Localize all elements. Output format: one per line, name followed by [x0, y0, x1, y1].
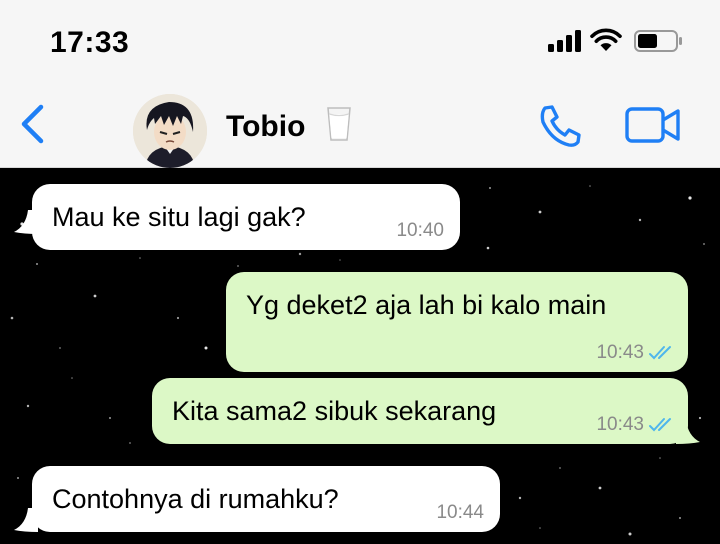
- chat-header: Tobio: [0, 80, 720, 168]
- milk-glass-icon: [327, 107, 351, 141]
- message-meta: 10:43: [596, 342, 678, 364]
- avatar-image: [133, 94, 207, 168]
- wifi-icon: [590, 28, 622, 51]
- double-check-icon: [649, 346, 671, 360]
- message-text: Contohnya di rumahku?: [52, 484, 339, 514]
- message-bubble-outgoing[interactable]: Yg deket2 aja lah bi kalo main 10:43: [226, 272, 688, 372]
- signal-icon: [548, 30, 581, 52]
- message-bubble-outgoing[interactable]: Kita sama2 sibuk sekarang 10:43: [152, 378, 688, 444]
- bubble-tail: [676, 420, 700, 444]
- message-time: 10:44: [436, 502, 484, 523]
- message-text: Mau ke situ lagi gak?: [52, 202, 306, 232]
- message-time: 10:40: [396, 220, 444, 241]
- message-time: 10:43: [596, 414, 644, 435]
- message-meta: 10:44: [436, 502, 484, 524]
- message-meta: 10:40: [396, 220, 444, 242]
- message-meta: 10:43: [596, 414, 678, 436]
- phone-icon[interactable]: [537, 104, 583, 148]
- chat-messages[interactable]: Mau ke situ lagi gak? 10:40 Yg deket2 aj…: [0, 168, 720, 544]
- contact-name[interactable]: Tobio: [226, 110, 305, 144]
- message-bubble-incoming[interactable]: Mau ke situ lagi gak? 10:40: [32, 184, 460, 250]
- message-time: 10:43: [596, 342, 644, 363]
- video-camera-icon[interactable]: [625, 106, 681, 144]
- status-time: 17:33: [50, 26, 130, 59]
- battery-icon: [634, 30, 682, 52]
- avatar[interactable]: [133, 94, 207, 168]
- message-text: Kita sama2 sibuk sekarang: [172, 396, 497, 426]
- double-check-icon: [649, 418, 671, 432]
- chevron-left-icon[interactable]: [14, 102, 50, 146]
- message-text: Yg deket2 aja lah bi kalo main: [246, 290, 607, 320]
- status-bar: 17:33: [0, 0, 720, 80]
- message-bubble-incoming[interactable]: Contohnya di rumahku? 10:44: [32, 466, 500, 532]
